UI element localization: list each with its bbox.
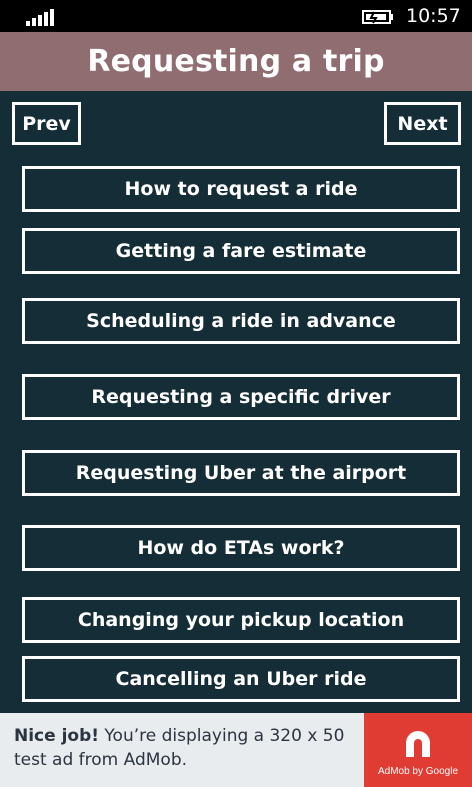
admob-icon: [406, 731, 430, 757]
prev-button[interactable]: Prev: [12, 102, 81, 145]
status-time: 10:57: [406, 5, 461, 27]
signal-bars-icon: [26, 8, 54, 26]
topic-button[interactable]: Requesting a specific driver: [22, 374, 460, 420]
topic-button[interactable]: Changing your pickup location: [22, 597, 460, 643]
ad-banner[interactable]: Nice job! You’re displaying a 320 x 50 t…: [0, 713, 472, 787]
admob-brand-label: AdMob by Google: [377, 766, 459, 777]
topic-button[interactable]: Getting a fare estimate: [22, 228, 460, 274]
topic-button[interactable]: Requesting Uber at the airport: [22, 450, 460, 496]
admob-logo[interactable]: AdMob by Google: [364, 713, 472, 787]
page-title: Requesting a trip: [87, 44, 385, 79]
ad-text: Nice job! You’re displaying a 320 x 50 t…: [14, 724, 359, 772]
status-bar: 10:57: [0, 0, 472, 32]
topic-button[interactable]: Scheduling a ride in advance: [22, 298, 460, 344]
topic-button[interactable]: How to request a ride: [22, 166, 460, 212]
battery-charging-icon: [362, 10, 393, 24]
topic-button[interactable]: Cancelling an Uber ride: [22, 656, 460, 702]
title-bar: Requesting a trip: [0, 32, 472, 91]
topic-button[interactable]: How do ETAs work?: [22, 525, 460, 571]
next-button[interactable]: Next: [384, 102, 461, 145]
ad-headline: Nice job!: [14, 726, 100, 746]
